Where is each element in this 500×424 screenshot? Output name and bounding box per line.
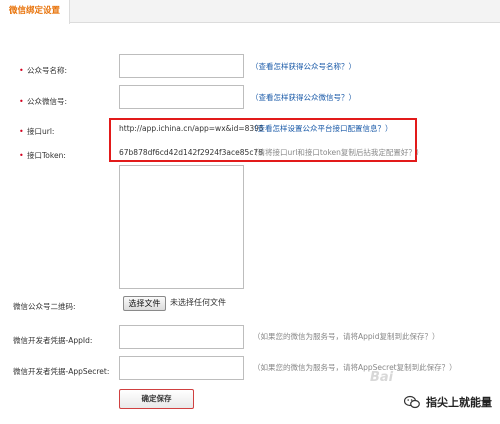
choose-file-button[interactable]: 选择文件 <box>123 296 166 311</box>
app-secret-hint: （如果您的微信为服务号，请将AppSecret复制到此保存？） <box>253 363 457 372</box>
qrcode-label: 微信公众号二维码: <box>13 302 76 311</box>
api-url-label: 接口url: <box>27 127 55 136</box>
api-token-label: 接口Token: <box>27 151 66 160</box>
app-id-hint: （如果您的微信为服务号，请将Appid复制到此保存？） <box>253 332 440 341</box>
qrcode-preview <box>119 165 244 289</box>
wechat-id-help-link[interactable]: （查看怎样获得公众微信号？） <box>251 93 356 103</box>
app-id-input[interactable] <box>119 325 244 349</box>
tab-bar: 微信绑定设置 <box>0 0 500 24</box>
wechat-id-input[interactable] <box>119 85 244 109</box>
app-secret-input[interactable] <box>119 356 244 380</box>
required-asterisk: • <box>19 66 24 75</box>
api-token-value: 67b878df6cd42d142f2924f3ace85c78 <box>119 148 263 157</box>
app-id-label: 微信开发者凭据-AppId: <box>13 336 93 345</box>
watermark-text: 指尖上就能量 <box>426 396 492 409</box>
save-button[interactable]: 确定保存 <box>119 389 194 409</box>
watermark: 指尖上就能量 <box>404 394 492 410</box>
api-url-help-link[interactable]: （查看怎样设置公众平台接口配置信息？） <box>250 124 393 134</box>
account-name-help-link[interactable]: （查看怎样获得公众号名称？） <box>251 62 356 72</box>
tab-wechat-binding-settings[interactable]: 微信绑定设置 <box>0 0 70 24</box>
account-name-label: 公众号名称: <box>27 66 68 75</box>
app-secret-label: 微信开发者凭据-AppSecret: <box>13 367 110 376</box>
account-name-input[interactable] <box>119 54 244 78</box>
baidu-watermark: Bai <box>370 370 394 385</box>
wechat-id-label: 公众微信号: <box>27 97 68 106</box>
api-url-value: http://app.ichina.cn/app=wx&id=8395 <box>119 124 264 133</box>
required-asterisk: • <box>19 97 24 106</box>
api-token-hint: （请将接口url和接口token复制后拈我定配置好？） <box>250 148 424 157</box>
wechat-icon <box>404 395 420 409</box>
required-asterisk: • <box>19 151 24 160</box>
file-status-text: 未选择任何文件 <box>170 298 226 307</box>
required-asterisk: • <box>19 127 24 136</box>
